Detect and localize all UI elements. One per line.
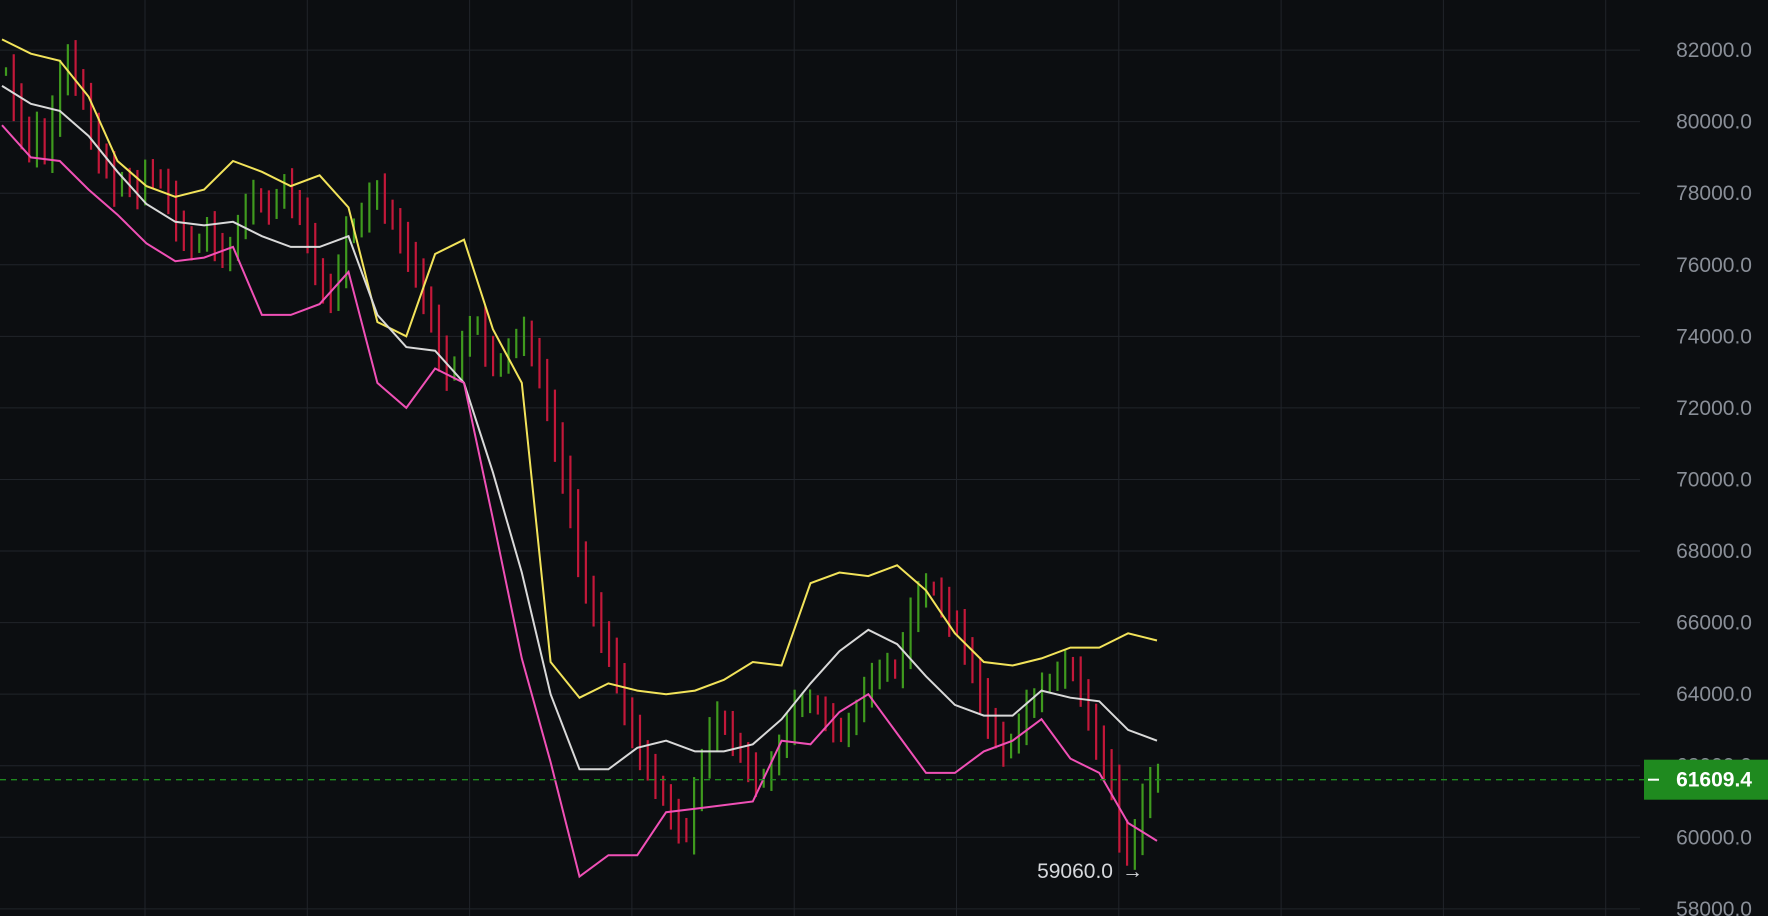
- current-price-label: 61609.4: [1676, 769, 1752, 792]
- y-tick-label: 80000.0: [1676, 111, 1752, 134]
- y-tick-label: 74000.0: [1676, 325, 1752, 348]
- arrow-right-icon: →: [1122, 860, 1143, 883]
- y-tick-label: 68000.0: [1676, 540, 1752, 563]
- low-annotation: 59060.0 →: [1037, 860, 1143, 883]
- y-tick-label: 60000.0: [1676, 826, 1752, 849]
- y-tick-label: 76000.0: [1676, 254, 1752, 277]
- current-price-tag: 61609.4: [1644, 759, 1768, 800]
- y-tick-label: 66000.0: [1676, 612, 1752, 635]
- chart-background: [0, 0, 1768, 916]
- y-tick-label: 64000.0: [1676, 683, 1752, 706]
- low-price-label: 59060.0: [1037, 860, 1113, 883]
- price-chart[interactable]: 82000.0 80000.0 78000.0 76000.0 74000.0 72000…: [0, 0, 1768, 916]
- y-tick-label: 78000.0: [1676, 182, 1752, 205]
- y-tick-label: 82000.0: [1676, 39, 1752, 62]
- y-tick-label: 70000.0: [1676, 468, 1752, 491]
- y-tick-label: 72000.0: [1676, 397, 1752, 420]
- y-tick-label: 58000.0: [1676, 898, 1752, 916]
